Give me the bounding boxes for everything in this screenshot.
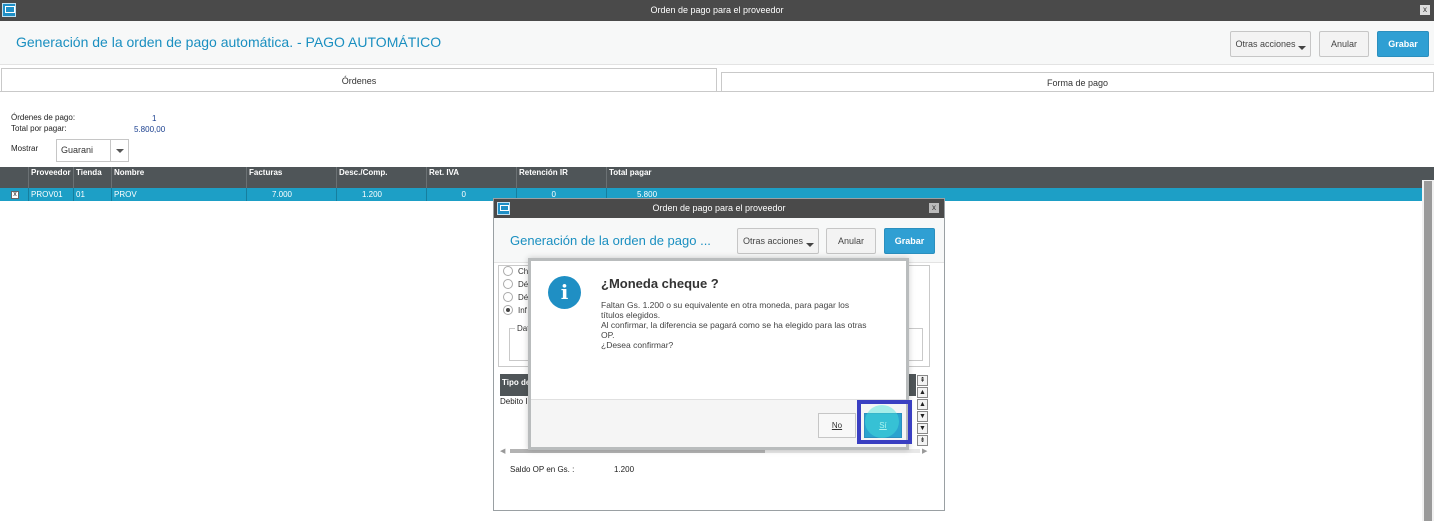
scroll-left-icon[interactable]: ◀	[500, 447, 505, 455]
dialog-message-line: títulos elegidos.	[601, 310, 661, 320]
row-select-cell[interactable]: x	[0, 188, 29, 201]
other-actions-button[interactable]: Otras acciones	[737, 228, 819, 254]
info-icon: i	[548, 276, 581, 309]
radio-label: Ch	[518, 267, 529, 276]
balance-row: Saldo OP en Gs. : 1.200	[510, 465, 634, 474]
show-label: Mostrar	[11, 144, 39, 153]
save-button[interactable]: Grabar	[1377, 31, 1429, 57]
cell-desc: 1.200	[337, 188, 427, 201]
page-title: Generación de la orden de pago automátic…	[16, 34, 442, 50]
cancel-button[interactable]: Anular	[1319, 31, 1369, 57]
column-header[interactable]: Tienda	[74, 167, 112, 188]
close-icon[interactable]: x	[1420, 5, 1430, 15]
currency-select[interactable]: Guarani	[56, 139, 129, 162]
dialog-message-line: Faltan Gs. 1.200 o su equivalente en otr…	[601, 300, 850, 310]
column-header[interactable]: Retención IR	[517, 167, 607, 188]
chevron-down-icon	[806, 243, 814, 247]
close-icon[interactable]: x	[929, 203, 939, 213]
scroll-right-icon[interactable]: ▶	[922, 447, 927, 455]
dialog-message: Faltan Gs. 1.200 o su equivalente en otr…	[601, 300, 891, 350]
window-titlebar: Orden de pago para el proveedor x	[0, 0, 1434, 21]
radio-option[interactable]	[503, 279, 513, 289]
tab-orders[interactable]: Órdenes	[1, 68, 717, 92]
scrollbar-thumb[interactable]	[1424, 181, 1432, 521]
column-header[interactable]: Nombre	[112, 167, 247, 188]
subwindow-titlebar: Orden de pago para el proveedor x	[494, 199, 944, 218]
cell-nombre: PROV	[112, 188, 247, 201]
app-window-icon	[2, 3, 16, 17]
grid-navigation-buttons: ⇞ ▲ ▲ ▼ ▼ ⇟	[917, 375, 929, 447]
column-header[interactable]: Tipo de	[502, 378, 530, 387]
other-actions-label: Otras acciones	[742, 236, 804, 246]
dialog-message-line: Al confirmar, la diferencia se pagará co…	[601, 320, 867, 330]
chevron-down-icon[interactable]	[110, 140, 128, 161]
row-down-icon[interactable]: ▼	[917, 411, 928, 422]
row-up-icon[interactable]: ▲	[917, 399, 928, 410]
subwindow-header-title: Generación de la orden de pago ...	[510, 233, 711, 248]
vertical-scrollbar[interactable]	[1422, 167, 1434, 521]
cell-facturas: 7.000	[247, 188, 337, 201]
orders-count-value: 1	[152, 114, 157, 123]
column-header[interactable]: Facturas	[247, 167, 337, 188]
other-actions-label: Otras acciones	[1235, 39, 1296, 49]
column-header[interactable]: Total pagar	[607, 167, 1422, 188]
no-button[interactable]: No	[818, 413, 856, 438]
yes-button-highlight	[857, 400, 912, 444]
total-to-pay-row: Total por pagar: 5.800,00	[11, 124, 165, 134]
select-column-header	[0, 167, 29, 188]
balance-label: Saldo OP en Gs. :	[510, 465, 575, 474]
cell-proveedor: PROV01	[29, 188, 74, 201]
radio-label: Dé	[518, 280, 529, 289]
tab-bar: Órdenes Forma de pago	[0, 68, 1434, 92]
scroll-up-icon[interactable]	[1422, 167, 1434, 180]
radio-label: Dé	[518, 293, 529, 302]
page-header: Generación de la orden de pago automátic…	[0, 21, 1434, 65]
chevron-down-icon	[1298, 46, 1306, 50]
subwindow-title: Orden de pago para el proveedor	[652, 203, 786, 213]
table-row[interactable]: Debito I	[500, 397, 528, 406]
orders-count-row: Órdenes de pago: 1	[11, 113, 156, 123]
orders-table-header: Proveedor Tienda Nombre Facturas Desc./C…	[0, 167, 1422, 188]
window-title: Orden de pago para el proveedor	[650, 5, 784, 15]
column-header[interactable]: Desc./Comp.	[337, 167, 427, 188]
total-to-pay-value: 5.800,00	[134, 125, 166, 134]
subwindow-header: Generación de la orden de pago ... Otras…	[494, 218, 944, 263]
other-actions-button[interactable]: Otras acciones	[1230, 31, 1311, 57]
page-up-icon[interactable]: ▲	[917, 387, 928, 398]
dialog-title: ¿Moneda cheque ?	[601, 276, 719, 291]
cell-tienda: 01	[74, 188, 112, 201]
dialog-footer: No Sí	[531, 399, 906, 447]
tabs-divider	[0, 91, 1434, 92]
radio-option[interactable]	[503, 292, 513, 302]
last-row-icon[interactable]: ⇟	[917, 435, 928, 446]
tab-payment-method[interactable]: Forma de pago	[721, 72, 1434, 92]
dialog-message-line: OP.	[601, 330, 615, 340]
balance-value: 1.200	[614, 465, 635, 474]
save-button[interactable]: Grabar	[884, 228, 935, 254]
radio-option-selected[interactable]	[503, 305, 513, 315]
total-to-pay-label: Total por pagar:	[11, 124, 67, 133]
column-header[interactable]: Proveedor	[29, 167, 74, 188]
radio-label: Inf	[518, 306, 527, 315]
first-row-icon[interactable]: ⇞	[917, 375, 928, 386]
confirm-dialog: i ¿Moneda cheque ? Faltan Gs. 1.200 o su…	[528, 258, 909, 450]
column-header[interactable]: Ret. IVA	[427, 167, 517, 188]
cancel-button[interactable]: Anular	[826, 228, 876, 254]
currency-select-value: Guarani	[61, 145, 94, 155]
orders-count-label: Órdenes de pago:	[11, 113, 76, 122]
row-checkbox[interactable]: x	[11, 191, 19, 199]
app-window-icon	[497, 202, 510, 215]
page-down-icon[interactable]: ▼	[917, 423, 928, 434]
radio-option[interactable]	[503, 266, 513, 276]
dialog-message-line: ¿Desea confirmar?	[601, 340, 674, 350]
